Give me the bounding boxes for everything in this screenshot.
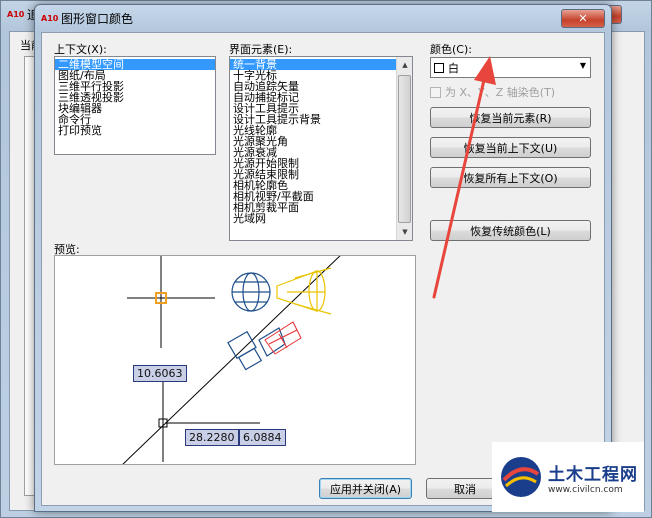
interface-elements-scrollbar[interactable]: ▲ ▼ — [396, 57, 412, 240]
graphics-window-colors-dialog: A10 图形窗口颜色 ✕ 上下文(X): 二维模型空间 图纸/布局 三维平行投影 三维… — [34, 4, 612, 512]
restore-classic-colors-button[interactable]: 恢复传统颜色(L) — [430, 220, 591, 241]
interface-elements-label: 界面元素(E): — [229, 43, 293, 56]
restore-current-element-button[interactable]: 恢复当前元素(R) — [430, 107, 591, 128]
context-listbox[interactable]: 二维模型空间 图纸/布局 三维平行投影 三维透视投影 块编辑器 命令行 打印预览 — [54, 56, 216, 155]
apply-and-close-button[interactable]: 应用并关闭(A) — [319, 478, 412, 499]
autocad-app-icon: A10 — [7, 10, 25, 19]
site-watermark: 土木工程网 www.civilcn.com — [492, 442, 644, 512]
scroll-up-button[interactable]: ▲ — [397, 57, 412, 73]
watermark-url: www.civilcn.com — [548, 484, 623, 495]
color-value: 白 — [448, 61, 459, 75]
web-light-glyph — [231, 272, 271, 312]
watermark-logo-icon — [501, 457, 541, 497]
close-icon: ✕ — [578, 12, 588, 25]
watermark-name: 土木工程网 — [548, 464, 638, 485]
camera-glyph — [227, 327, 286, 371]
dimension-tooltip-length: 10.6063 — [133, 365, 187, 382]
autocad-app-icon: A10 — [41, 14, 59, 23]
dialog-titlebar: A10 图形窗口颜色 — [41, 10, 133, 27]
chevron-down-icon: ▼ — [402, 228, 408, 236]
watermark-text: 土木工程网 www.civilcn.com — [548, 460, 638, 495]
color-label: 颜色(C): — [430, 43, 472, 56]
color-swatch — [434, 62, 444, 73]
dialog-title: 图形窗口颜色 — [61, 12, 134, 26]
interface-element-item[interactable]: 光域网 — [230, 213, 396, 224]
preview-pane: 10.6063 28.2280 6.0884 — [54, 255, 416, 465]
tint-axes-checkbox-row[interactable]: 为 X、Y、Z 轴染色(T) — [430, 84, 555, 100]
restore-all-contexts-button[interactable]: 恢复所有上下文(O) — [430, 167, 591, 188]
dimension-tooltip-x: 28.2280 — [185, 429, 239, 446]
scroll-down-button[interactable]: ▼ — [397, 224, 412, 240]
scroll-thumb[interactable] — [398, 75, 411, 223]
color-dropdown[interactable]: 白 ▼ — [430, 57, 591, 78]
context-label: 上下文(X): — [54, 43, 107, 56]
crosshair-cursor-lower — [158, 376, 260, 462]
crosshair-cursor — [127, 256, 215, 348]
tint-axes-label: 为 X、Y、Z 轴染色(T) — [445, 86, 556, 99]
dialog-close-button[interactable]: ✕ — [561, 9, 605, 28]
interface-elements-listbox[interactable]: 统一背景 十字光标 自动追踪矢量 自动捕捉标记 设计工具提示 设计工具提示背景 光线轮廓 光源… — [229, 56, 413, 241]
context-list-item[interactable]: 打印预览 — [55, 125, 215, 136]
chevron-up-icon: ▲ — [402, 61, 408, 69]
dialog-client-area: 上下文(X): 二维模型空间 图纸/布局 三维平行投影 三维透视投影 块编辑器 命令行 打印… — [41, 32, 605, 506]
chevron-down-icon: ▼ — [579, 61, 586, 70]
restore-current-context-button[interactable]: 恢复当前上下文(U) — [430, 137, 591, 158]
tint-axes-checkbox[interactable] — [430, 86, 441, 98]
dimension-tooltip-y: 6.0884 — [239, 429, 286, 446]
